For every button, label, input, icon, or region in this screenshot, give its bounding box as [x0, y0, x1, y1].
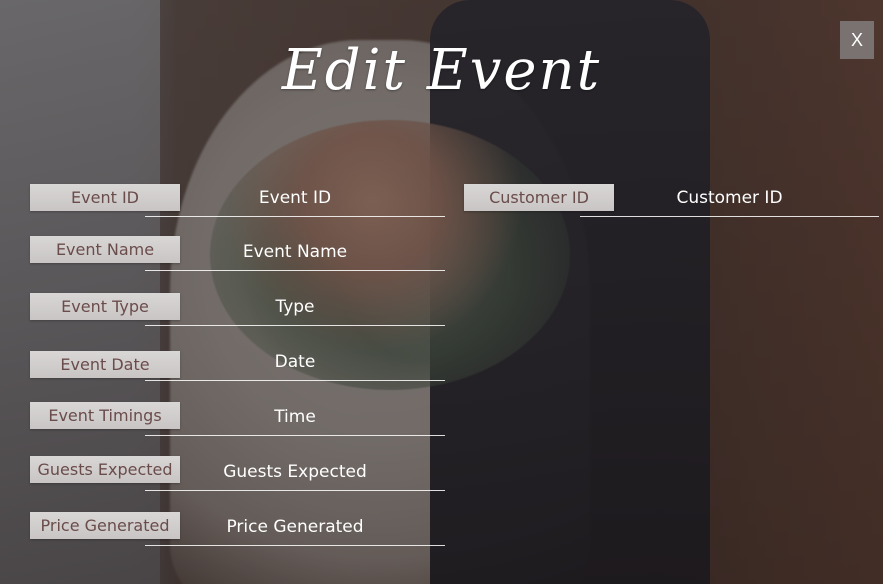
event-timings-field[interactable]: Time	[145, 399, 445, 436]
event-type-field[interactable]: Type	[145, 289, 445, 326]
event-id-field[interactable]: Event ID	[145, 180, 445, 217]
event-name-field[interactable]: Event Name	[145, 234, 445, 271]
guests-expected-field[interactable]: Guests Expected	[145, 454, 445, 491]
close-button[interactable]: X	[840, 21, 874, 59]
page-title: Edit Event	[281, 38, 602, 103]
price-generated-field[interactable]: Price Generated	[145, 509, 445, 546]
customer-id-field[interactable]: Customer ID	[580, 180, 879, 217]
event-date-field[interactable]: Date	[145, 344, 445, 381]
